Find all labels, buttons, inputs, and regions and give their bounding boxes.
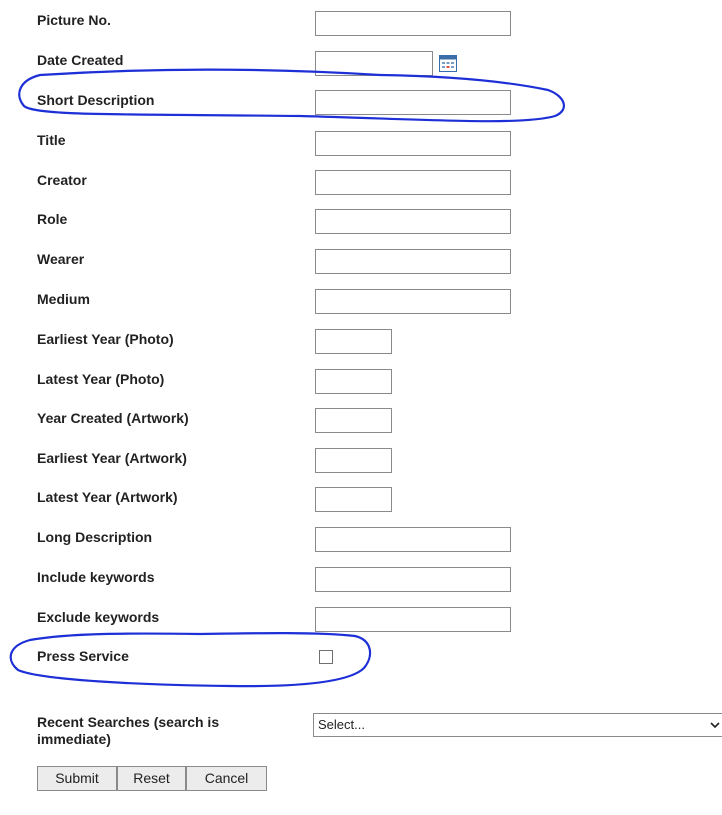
wearer-label: Wearer: [37, 251, 85, 267]
picture-no-label: Picture No.: [37, 12, 111, 28]
creator-label: Creator: [37, 172, 87, 188]
earliest-year-photo-label: Earliest Year (Photo): [37, 331, 174, 347]
exclude-keywords-label: Exclude keywords: [37, 609, 160, 625]
submit-button[interactable]: Submit: [37, 766, 117, 791]
latest-year-artwork-input[interactable]: [315, 487, 392, 512]
title-input[interactable]: [315, 131, 511, 156]
creator-input[interactable]: [315, 170, 511, 195]
latest-year-photo-input[interactable]: [315, 369, 392, 394]
latest-year-artwork-label: Latest Year (Artwork): [37, 489, 178, 505]
wearer-input[interactable]: [315, 249, 511, 274]
latest-year-photo-label: Latest Year (Photo): [37, 371, 165, 387]
include-keywords-label: Include keywords: [37, 569, 155, 585]
date-created-label: Date Created: [37, 52, 124, 68]
date-created-input[interactable]: [315, 51, 433, 76]
role-input[interactable]: [315, 209, 511, 234]
exclude-keywords-input[interactable]: [315, 607, 511, 632]
long-description-input[interactable]: [315, 527, 511, 552]
recent-searches-label-line1: Recent Searches (search is: [37, 714, 220, 730]
role-label: Role: [37, 211, 68, 227]
title-label: Title: [37, 132, 66, 148]
year-created-artwork-input[interactable]: [315, 408, 392, 433]
cancel-button[interactable]: Cancel: [186, 766, 267, 791]
press-service-checkbox[interactable]: [319, 650, 333, 664]
earliest-year-photo-input[interactable]: [315, 329, 392, 354]
medium-input[interactable]: [315, 289, 511, 314]
calendar-icon[interactable]: [439, 55, 457, 72]
long-description-label: Long Description: [37, 529, 153, 545]
recent-searches-label: Recent Searches (search is immediate): [37, 714, 219, 748]
include-keywords-input[interactable]: [315, 567, 511, 592]
recent-searches-select[interactable]: Select...: [313, 713, 722, 737]
chevron-down-icon: [710, 722, 720, 729]
recent-searches-label-line2: immediate): [37, 731, 111, 747]
earliest-year-artwork-label: Earliest Year (Artwork): [37, 450, 187, 466]
medium-label: Medium: [37, 291, 90, 307]
press-service-label: Press Service: [37, 648, 129, 664]
year-created-artwork-label: Year Created (Artwork): [37, 410, 189, 426]
earliest-year-artwork-input[interactable]: [315, 448, 392, 473]
picture-no-input[interactable]: [315, 11, 511, 36]
recent-searches-selected: Select...: [318, 717, 365, 732]
short-description-input[interactable]: [315, 90, 511, 115]
short-description-label: Short Description: [37, 92, 155, 108]
reset-button[interactable]: Reset: [117, 766, 186, 791]
